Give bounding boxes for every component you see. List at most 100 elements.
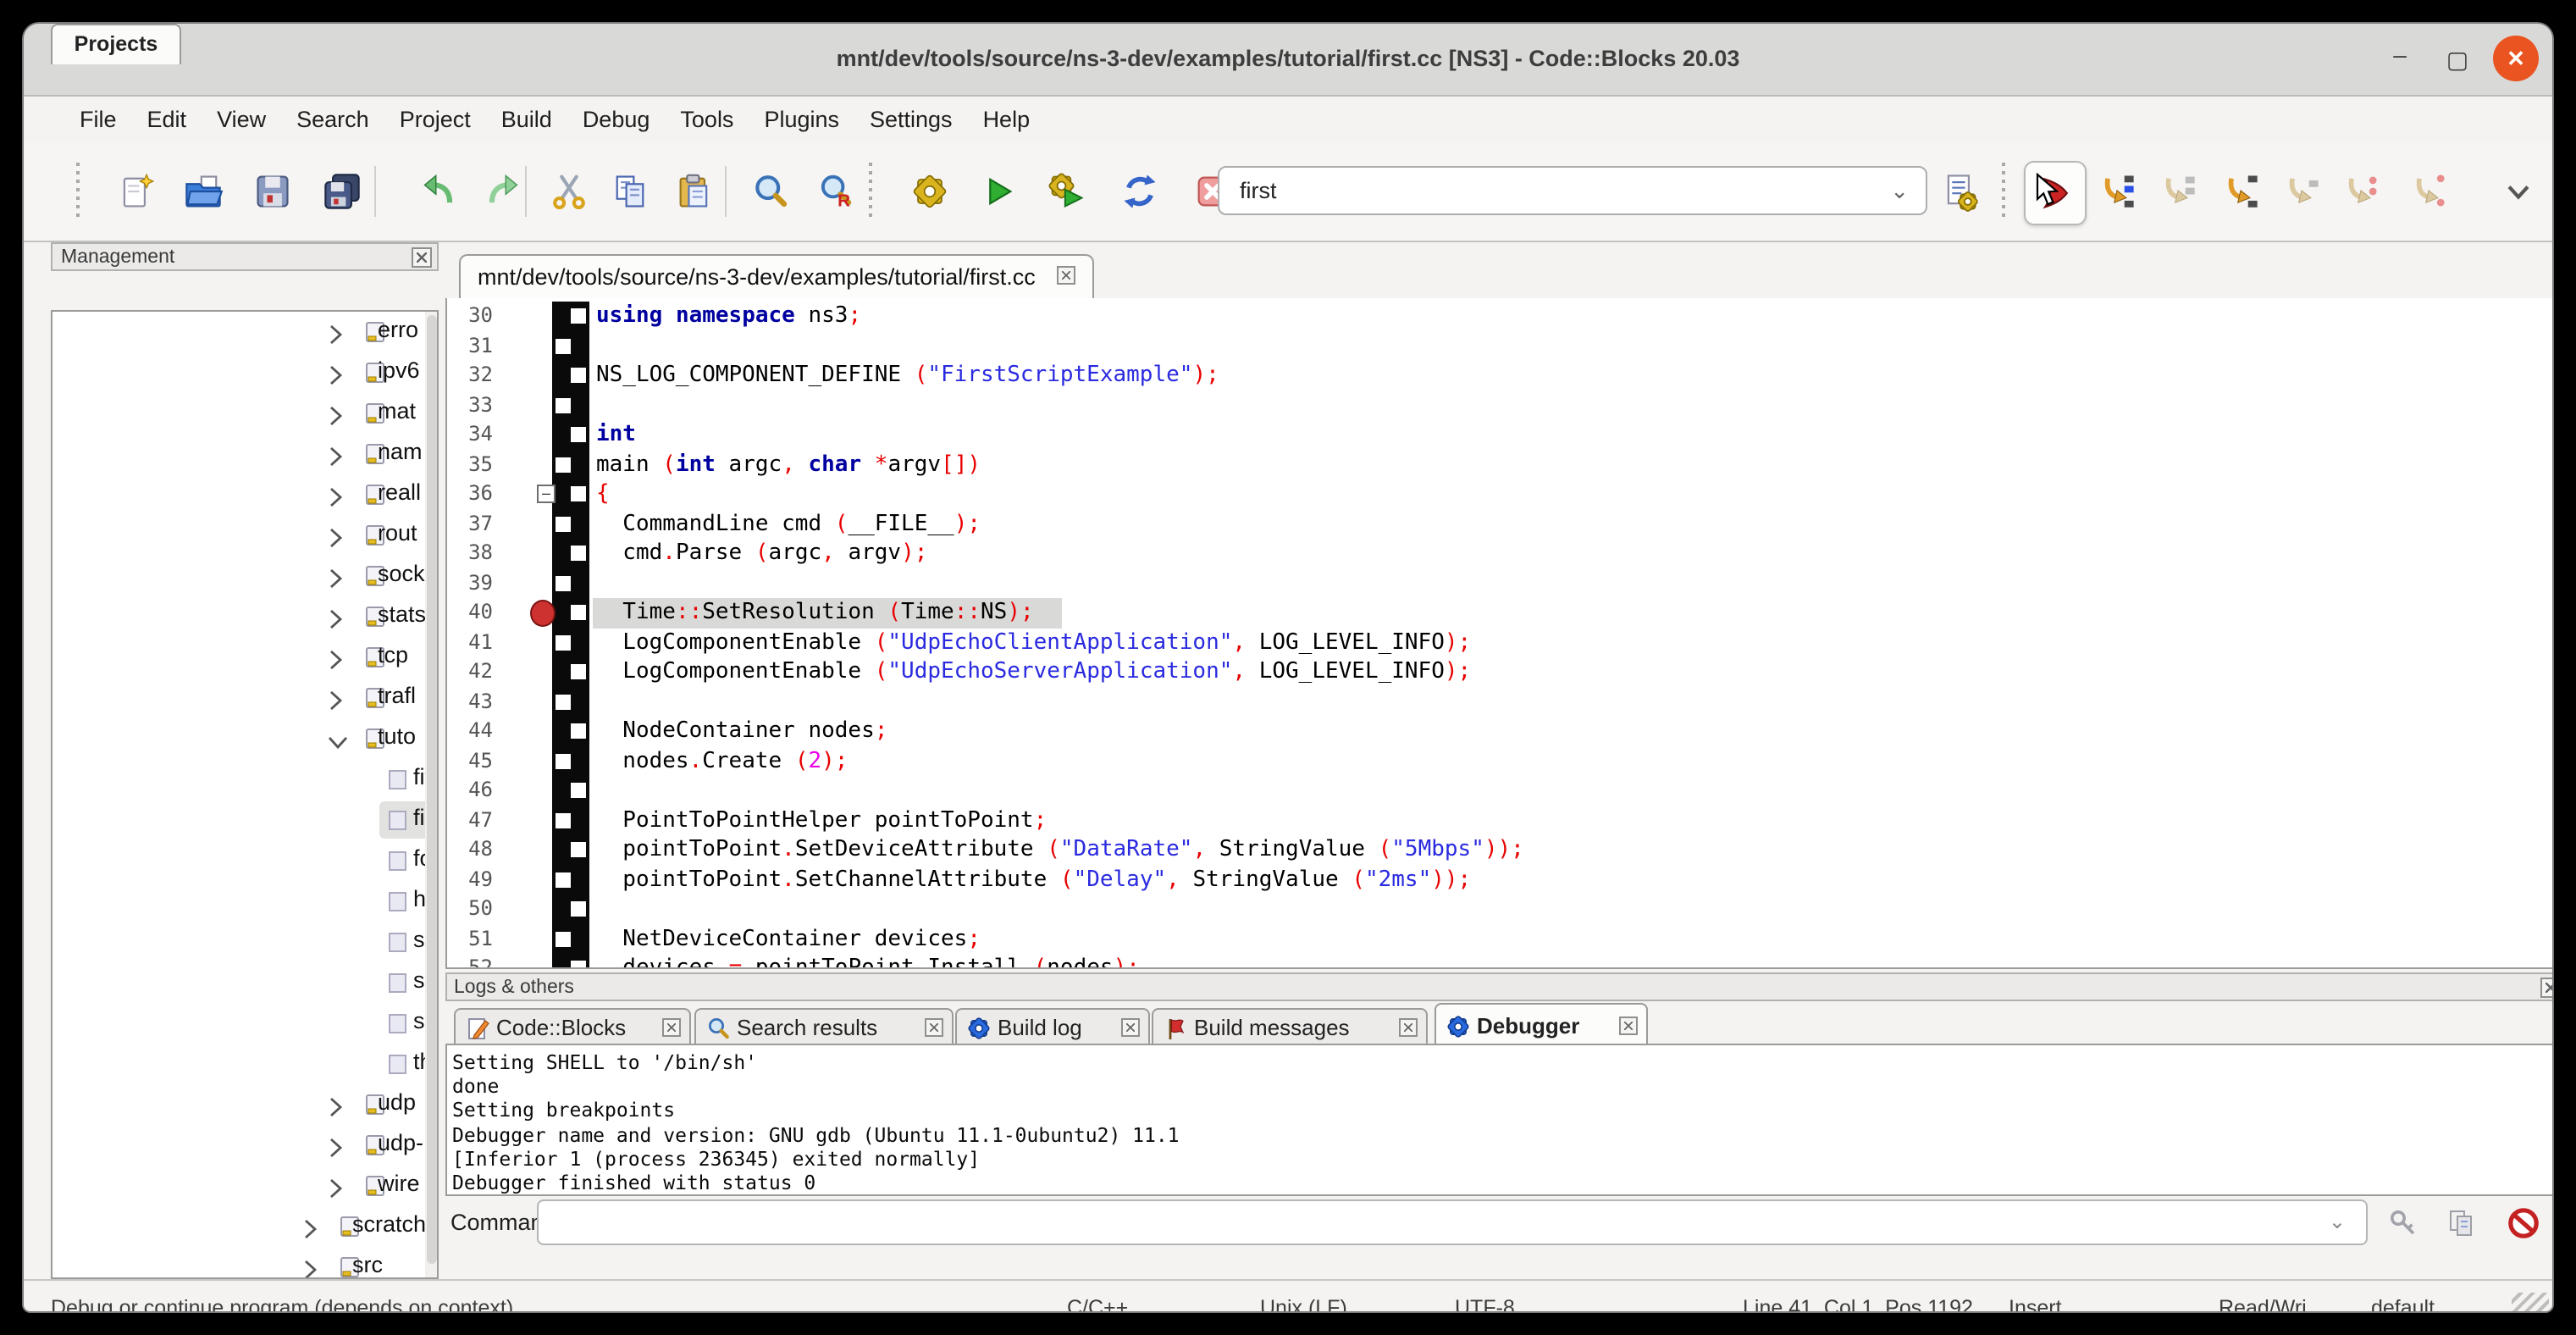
tree-item-scratch[interactable]: scratch xyxy=(53,1206,437,1247)
log-tab-build-messages[interactable]: Build messages xyxy=(1152,1008,1428,1044)
editor-margin[interactable] xyxy=(552,509,589,539)
log-tab-close-icon[interactable] xyxy=(1399,1018,1418,1037)
code-line-36[interactable]: 36{ xyxy=(447,479,2552,509)
code-line-31[interactable]: 31 xyxy=(447,331,2552,361)
chevron-right-icon[interactable] xyxy=(329,444,344,463)
editor-margin[interactable] xyxy=(552,450,589,479)
chevron-right-icon[interactable] xyxy=(303,1216,318,1235)
editor-margin[interactable] xyxy=(552,568,589,598)
code-line-52[interactable]: 52 devices = pointToPoint.Install (nodes… xyxy=(447,954,2552,969)
chevron-down-icon[interactable]: ⌄ xyxy=(1890,178,1909,205)
editor-margin[interactable] xyxy=(552,420,589,450)
debug-toolbar-more-button[interactable] xyxy=(2498,171,2539,212)
find-button[interactable] xyxy=(750,171,791,212)
code-line-43[interactable]: 43 xyxy=(447,687,2552,717)
attach-button[interactable] xyxy=(2383,1199,2424,1245)
code-line-32[interactable]: 32NS_LOG_COMPONENT_DEFINE ("FirstScriptE… xyxy=(447,361,2552,391)
editor-margin[interactable] xyxy=(552,746,589,776)
code-line-45[interactable]: 45 nodes.Create (2); xyxy=(447,746,2552,776)
editor-margin[interactable] xyxy=(552,806,589,835)
editor-margin[interactable] xyxy=(552,628,589,657)
tree-item-erro[interactable]: erro xyxy=(53,312,437,352)
code-line-46[interactable]: 46 xyxy=(447,776,2552,806)
tree-item-he[interactable]: he xyxy=(53,881,437,922)
menu-help[interactable]: Help xyxy=(983,97,1031,142)
redo-button[interactable] xyxy=(483,171,523,212)
tree-scrollbar[interactable] xyxy=(425,312,439,1277)
replace-button[interactable]: R xyxy=(816,171,857,212)
chevron-right-icon[interactable] xyxy=(329,1135,344,1154)
chevron-right-icon[interactable] xyxy=(329,525,344,544)
target-options-button[interactable] xyxy=(1939,171,1980,212)
code-line-41[interactable]: 41 LogComponentEnable ("UdpEchoClientApp… xyxy=(447,628,2552,657)
code-editor[interactable]: 30using namespace ns3;3132NS_LOG_COMPONE… xyxy=(445,298,2552,969)
tree-scrollbar-thumb[interactable] xyxy=(427,315,437,1264)
management-close-icon[interactable] xyxy=(412,247,432,268)
chevron-right-icon[interactable] xyxy=(329,647,344,666)
log-tab-code-blocks[interactable]: Code::Blocks xyxy=(454,1008,691,1044)
log-tab-close-icon[interactable] xyxy=(1619,1016,1638,1035)
chevron-right-icon[interactable] xyxy=(329,403,344,422)
tab-projects[interactable]: Projects xyxy=(51,24,181,64)
editor-margin[interactable] xyxy=(552,657,589,687)
tree-item-tuto[interactable]: tuto xyxy=(53,718,437,759)
code-line-40[interactable]: 40 Time::SetResolution (Time::NS); xyxy=(447,598,2552,628)
tree-item-six[interactable]: six xyxy=(53,1003,437,1044)
tree-item-udp-[interactable]: udp- xyxy=(53,1125,437,1166)
toolbar-gripper[interactable] xyxy=(1998,163,2007,220)
menu-file[interactable]: File xyxy=(80,97,117,142)
code-line-33[interactable]: 33 xyxy=(447,391,2552,420)
resize-grip[interactable] xyxy=(2512,1293,2549,1311)
tree-item-src[interactable]: src xyxy=(53,1247,437,1279)
save-button[interactable] xyxy=(252,171,293,212)
tree-item-ipv6[interactable]: ipv6 xyxy=(53,352,437,393)
menu-plugins[interactable]: Plugins xyxy=(764,97,839,142)
tree-item-sock[interactable]: sock xyxy=(53,556,437,596)
editor-margin[interactable] xyxy=(552,302,589,331)
tree-item-se[interactable]: se xyxy=(53,962,437,1003)
code-line-42[interactable]: 42 LogComponentEnable ("UdpEchoServerApp… xyxy=(447,657,2552,687)
save-all-button[interactable] xyxy=(322,171,362,212)
open-file-button[interactable] xyxy=(183,171,224,212)
editor-tab-first-cc[interactable]: mnt/dev/tools/source/ns-3-dev/examples/t… xyxy=(459,254,1094,298)
chevron-right-icon[interactable] xyxy=(303,1257,318,1276)
rebuild-button[interactable] xyxy=(1119,171,1160,212)
editor-margin[interactable] xyxy=(552,924,589,954)
next-line-button[interactable] xyxy=(2158,171,2198,212)
chevron-right-icon[interactable] xyxy=(329,363,344,381)
cut-button[interactable] xyxy=(549,171,589,212)
close-button[interactable]: ✕ xyxy=(2493,36,2539,81)
menu-view[interactable]: View xyxy=(217,97,266,142)
code-line-30[interactable]: 30using namespace ns3; xyxy=(447,302,2552,331)
minimize-button[interactable]: – xyxy=(2380,34,2420,75)
editor-margin[interactable] xyxy=(552,391,589,420)
run-to-cursor-button[interactable] xyxy=(2097,171,2137,212)
menu-search[interactable]: Search xyxy=(296,97,369,142)
next-instruction-button[interactable] xyxy=(2341,171,2381,212)
chevron-right-icon[interactable] xyxy=(329,607,344,625)
tree-item-fif[interactable]: fif xyxy=(53,759,437,800)
log-tab-close-icon[interactable] xyxy=(662,1018,681,1037)
code-line-49[interactable]: 49 pointToPoint.SetChannelAttribute ("De… xyxy=(447,865,2552,895)
chevron-down-icon[interactable]: ⌄ xyxy=(2329,1210,2346,1233)
fold-marker[interactable]: – xyxy=(537,485,556,503)
code-line-50[interactable]: 50 xyxy=(447,895,2552,924)
editor-margin[interactable] xyxy=(552,835,589,865)
menu-debug[interactable]: Debug xyxy=(583,97,650,142)
log-tab-close-icon[interactable] xyxy=(1121,1018,1140,1037)
editor-margin[interactable] xyxy=(552,954,589,969)
tree-item-udp[interactable]: udp xyxy=(53,1084,437,1125)
log-tab-search-results[interactable]: Search results xyxy=(694,1008,954,1044)
debugger-log-output[interactable]: Setting SHELL to '/bin/sh'doneSetting br… xyxy=(445,1044,2552,1196)
log-tab-debugger[interactable]: Debugger xyxy=(1434,1003,1648,1044)
build-and-run-button[interactable] xyxy=(1047,171,1087,212)
chevron-down-icon[interactable] xyxy=(329,728,344,747)
log-tab-close-icon[interactable] xyxy=(925,1018,943,1037)
command-input[interactable]: ⌄ xyxy=(537,1199,2368,1245)
tree-item-tcp[interactable]: tcp xyxy=(53,637,437,678)
menu-project[interactable]: Project xyxy=(400,97,471,142)
code-line-38[interactable]: 38 cmd.Parse (argc, argv); xyxy=(447,539,2552,568)
tree-item-reall[interactable]: reall xyxy=(53,474,437,515)
toolbar-gripper[interactable] xyxy=(865,163,874,220)
editor-margin[interactable] xyxy=(552,361,589,391)
